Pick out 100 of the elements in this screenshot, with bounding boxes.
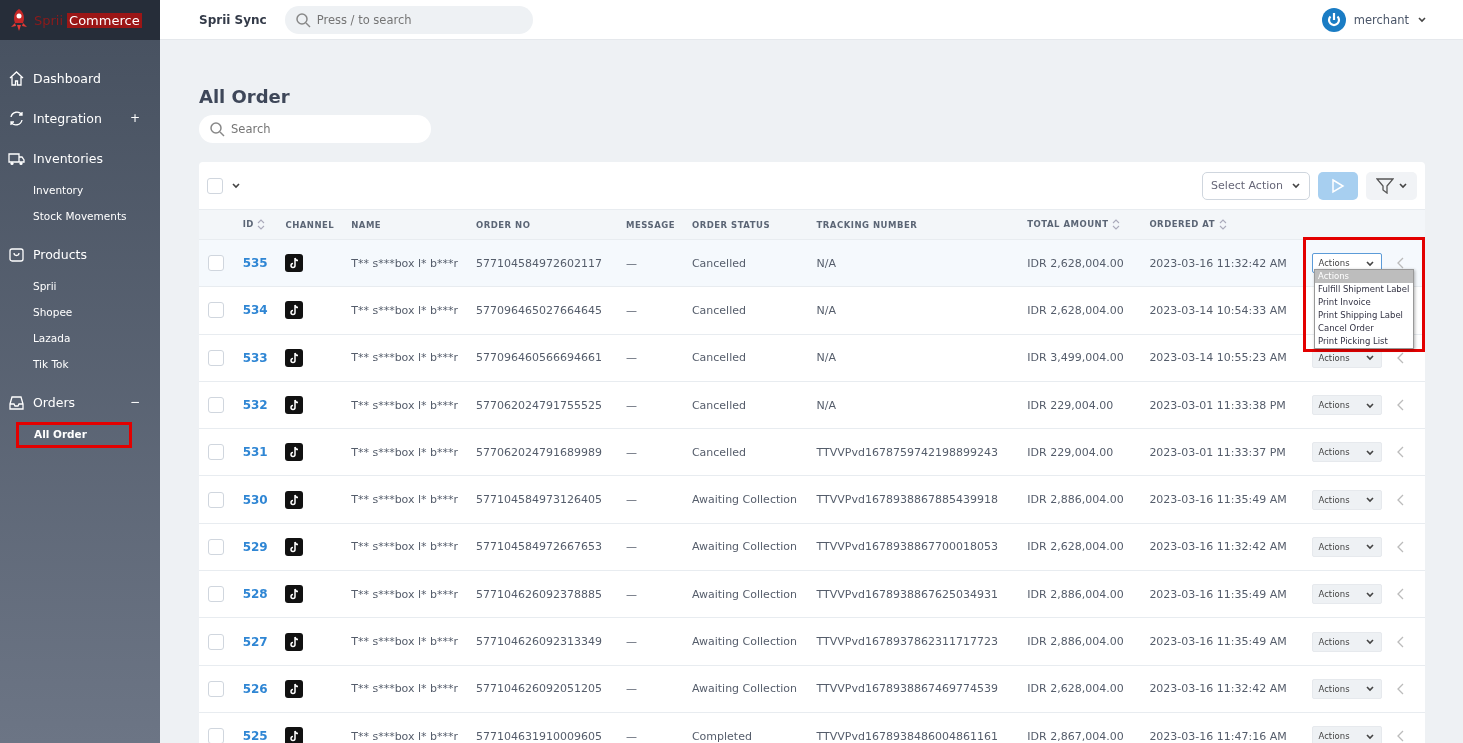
actions-dropdown[interactable]: Actions [1311,489,1382,510]
order-id[interactable]: 528 [241,570,285,618]
row-checkbox[interactable] [208,302,224,319]
table-cell: T** s***box l* b***r [350,523,475,571]
table-cell: N/A [815,239,1027,287]
row-checkbox[interactable] [208,538,224,555]
order-id[interactable]: 534 [241,286,285,335]
sidebar-subitem[interactable]: Shopee [0,300,160,326]
row-checkbox[interactable] [208,633,224,650]
column-header: CHANNEL [284,209,351,240]
select-action-dropdown[interactable]: Select Action [1202,171,1310,200]
table-cell: 2023-03-16 11:35:49 AM [1148,570,1311,618]
table-cell: — [625,381,691,429]
order-id[interactable]: 532 [241,381,285,429]
table-row[interactable]: 532 T** s***box l* b***r 577062024791755525 — Cancelled N/A IDR 229,004.00 2023-03-01 11:33:38 PM Actions [199,381,1425,429]
row-checkbox[interactable] [208,255,224,272]
menu-option[interactable]: Print Invoice [1315,296,1413,309]
sort-icon [257,219,266,230]
caret-icon [1364,400,1375,410]
table-cell: 577104626092378885 [474,570,626,618]
row-checkbox[interactable] [208,491,224,508]
actions-dropdown[interactable]: Actions [1311,678,1382,699]
table-row[interactable]: 526 T** s***box l* b***r 577104626092051205 — Awaiting Collection TTVVPvd1678938867469774539 IDR 2,628,004.00 2023-03-16 11:32:42 AM Actions [199,665,1425,713]
column-header: TRACKING NUMBER [815,209,1027,240]
order-id[interactable]: 531 [241,428,285,476]
menu-option[interactable]: Print Picking List [1315,335,1413,348]
table-cell: T** s***box l* b***r [350,334,475,382]
sidebar-subitem[interactable]: Lazada [0,326,160,352]
sidebar-item[interactable]: Integration + [0,98,160,138]
order-id[interactable]: 530 [241,476,285,524]
order-id[interactable]: 526 [241,665,285,713]
row-checkbox[interactable] [208,397,224,414]
table-cell: 577104631910009605 [474,712,626,743]
table-row[interactable]: 527 T** s***box l* b***r 577104626092313349 — Awaiting Collection TTVVPvd1678937862311717723 IDR 2,886,004.00 2023-03-16 11:35:49 AM Actions [199,617,1425,666]
caret-icon [1364,589,1375,599]
caret-icon [231,181,241,190]
table-cell: — [625,523,691,571]
toggle-sign[interactable]: − [130,395,152,409]
row-checkbox[interactable] [208,586,224,603]
row-checkbox[interactable] [208,728,224,743]
sidebar-subitem[interactable]: Stock Movements [0,204,160,230]
table-row[interactable]: 529 T** s***box l* b***r 577104584972667653 — Awaiting Collection TTVVPvd1678938867700018053 IDR 2,628,004.00 2023-03-16 11:32:42 AM Actions [199,523,1425,571]
actions-dropdown[interactable]: Actions [1311,584,1382,605]
actions-dropdown[interactable]: Actions [1311,442,1382,463]
menu-option[interactable]: Print Shipping Label [1315,309,1413,322]
table-cell: IDR 2,628,004.00 [1026,286,1149,335]
table-row[interactable]: 531 T** s***box l* b***r 577062024791689989 — Cancelled TTVVPvd1678759742198899243 IDR 229,004.00 2023-03-01 11:33:37 PM Actions [199,428,1425,476]
row-checkbox[interactable] [208,680,224,697]
sidebar-item[interactable]: Products [0,234,160,274]
column-header[interactable]: TOTAL AMOUNT [1026,209,1149,240]
table-cell: IDR 2,628,004.00 [1026,523,1149,571]
table-cell: Awaiting Collection [690,523,816,571]
table-cell: 2023-03-14 10:54:33 AM [1148,286,1311,335]
table-cell: Awaiting Collection [690,617,816,666]
table-cell: Cancelled [690,239,816,287]
table-cell: TTVVPvd1678938867700018053 [815,523,1027,571]
table-cell: TTVVPvd1678759742198899243 [815,428,1027,476]
table-cell: T** s***box l* b***r [350,381,475,429]
column-header[interactable]: ORDERED AT [1148,209,1311,240]
search-field[interactable]: Search [199,115,431,143]
order-id[interactable]: 533 [241,334,285,382]
search-field[interactable]: Press / to search [284,5,533,34]
sidebar-subitem[interactable]: All Order [16,422,132,448]
caret-icon [1364,637,1375,646]
table-cell: 2023-03-16 11:47:16 AM [1148,712,1311,743]
table-cell: 577104584972602117 [474,239,626,287]
caret-icon [1397,181,1408,190]
select-all-checkbox[interactable] [207,177,223,194]
row-checkbox[interactable] [208,349,224,366]
toggle-sign[interactable]: + [130,111,152,125]
order-id[interactable]: 535 [241,239,285,287]
sidebar-subitem[interactable]: Inventory [0,178,160,204]
actions-dropdown[interactable]: Actions [1311,726,1382,743]
table-row[interactable]: 528 T** s***box l* b***r 577104626092378885 — Awaiting Collection TTVVPvd1678938867625034931 IDR 2,886,004.00 2023-03-16 11:35:49 AM Actions [199,570,1425,618]
table-cell: IDR 2,628,004.00 [1026,239,1149,287]
row-checkbox[interactable] [208,444,224,461]
table-row[interactable]: 530 T** s***box l* b***r 577104584973126405 — Awaiting Collection TTVVPvd1678938867885439918 IDR 2,886,004.00 2023-03-16 11:35:49 AM Actions [199,476,1425,524]
sidebar-item[interactable]: Orders − [0,382,160,422]
table-row[interactable]: 525 T** s***box l* b***r 577104631910009605 — Completed TTVVPvd1678938486004861161 IDR 2,867,004.00 2023-03-16 11:47:16 AM Actions [199,712,1425,743]
filter-button[interactable] [1366,171,1417,200]
sidebar-item[interactable]: Dashboard [0,58,160,98]
sidebar-subitem[interactable]: Sprii [0,274,160,300]
order-id[interactable]: 529 [241,523,285,571]
table-cell: — [625,428,691,476]
order-id[interactable]: 525 [241,712,285,743]
menu-option[interactable]: Cancel Order [1315,322,1413,335]
actions-dropdown[interactable]: Actions [1311,395,1382,416]
order-id[interactable]: 527 [241,617,285,666]
column-header[interactable]: ID [241,209,285,240]
sidebar-item[interactable]: Inventories [0,138,160,178]
sidebar-subitem[interactable]: Tik Tok [0,352,160,378]
user-name[interactable]: merchant [1353,12,1409,27]
chevron-left-icon[interactable] [1396,257,1405,270]
run-button[interactable] [1318,171,1358,200]
actions-dropdown[interactable]: Actions [1311,536,1382,557]
actions-dropdown[interactable]: Actions [1311,631,1382,652]
table-cell: T** s***box l* b***r [350,239,475,287]
table-cell: IDR 3,499,004.00 [1026,334,1149,382]
caret-icon [1364,684,1375,694]
chevron-left-icon[interactable] [1396,351,1405,364]
